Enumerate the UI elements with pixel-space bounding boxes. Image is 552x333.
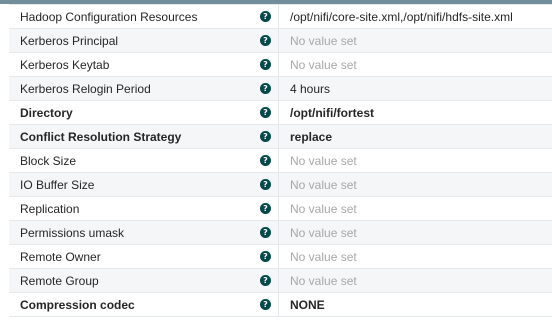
help-icon[interactable]: ? <box>260 11 271 22</box>
property-name-cell: Kerberos Keytab? <box>9 53 279 76</box>
property-name-cell: Kerberos Relogin Period? <box>9 77 279 100</box>
help-icon[interactable]: ? <box>260 299 271 310</box>
help-icon[interactable]: ? <box>260 107 271 118</box>
property-name: IO Buffer Size <box>20 177 95 192</box>
property-row[interactable]: Replication? No value set <box>9 197 552 221</box>
property-value: NONE <box>290 297 325 312</box>
help-icon[interactable]: ? <box>260 155 271 166</box>
property-name-cell: Kerberos Principal? <box>9 29 279 52</box>
property-name-cell: Remote Owner? <box>9 245 279 268</box>
help-icon[interactable]: ? <box>260 179 271 190</box>
help-icon[interactable]: ? <box>260 35 271 46</box>
property-value-cell[interactable]: No value set <box>279 197 552 220</box>
help-icon[interactable]: ? <box>260 251 271 262</box>
property-row[interactable]: Remote Owner? No value set <box>9 245 552 269</box>
property-value-placeholder: No value set <box>290 225 357 240</box>
property-value-cell[interactable]: /opt/nifi/fortest <box>279 101 552 124</box>
property-value-placeholder: No value set <box>290 57 357 72</box>
property-value-cell[interactable]: No value set <box>279 149 552 172</box>
property-name: Kerberos Keytab <box>20 57 110 72</box>
property-value-cell[interactable]: No value set <box>279 53 552 76</box>
property-name-cell: Block Size? <box>9 149 279 172</box>
property-name: Remote Group <box>20 273 99 288</box>
property-name: Compression codec <box>20 297 135 312</box>
property-value-placeholder: No value set <box>290 249 357 264</box>
property-row[interactable]: Hadoop Configuration Resources? /opt/nifi… <box>9 5 552 29</box>
property-name-cell: Permissions umask? <box>9 221 279 244</box>
property-value: replace <box>290 129 333 144</box>
property-value: /opt/nifi/core-site.xml,/opt/nifi/hdfs-s… <box>290 9 513 24</box>
property-value-cell[interactable]: No value set <box>279 173 552 196</box>
property-name-cell: Conflict Resolution Strategy? <box>9 125 279 148</box>
property-name: Remote Owner <box>20 249 101 264</box>
property-name: Kerberos Relogin Period <box>20 81 151 96</box>
property-value-cell[interactable]: No value set <box>279 245 552 268</box>
property-value-cell[interactable]: No value set <box>279 269 552 292</box>
property-name-cell: Hadoop Configuration Resources? <box>9 5 279 28</box>
property-row[interactable]: Kerberos Relogin Period? 4 hours <box>9 77 552 101</box>
help-icon[interactable]: ? <box>260 275 271 286</box>
property-name: Replication <box>20 201 80 216</box>
help-icon[interactable]: ? <box>260 83 271 94</box>
property-row[interactable]: Permissions umask? No value set <box>9 221 552 245</box>
property-name-cell: Directory? <box>9 101 279 124</box>
property-row[interactable]: Block Size? No value set <box>9 149 552 173</box>
property-name-cell: Remote Group? <box>9 269 279 292</box>
property-name-cell: Compression codec? <box>9 293 279 316</box>
property-name: Kerberos Principal <box>20 33 119 48</box>
property-value: 4 hours <box>290 81 331 96</box>
property-name: Permissions umask <box>20 225 125 240</box>
property-value-placeholder: No value set <box>290 177 357 192</box>
property-value-cell[interactable]: 4 hours <box>279 77 552 100</box>
property-value-cell[interactable]: No value set <box>279 221 552 244</box>
property-value-placeholder: No value set <box>290 201 357 216</box>
help-icon[interactable]: ? <box>260 131 271 142</box>
property-value-placeholder: No value set <box>290 273 357 288</box>
property-value-cell[interactable]: No value set <box>279 29 552 52</box>
property-value-cell[interactable]: /opt/nifi/core-site.xml,/opt/nifi/hdfs-s… <box>279 5 552 28</box>
property-value: /opt/nifi/fortest <box>290 105 374 120</box>
property-row[interactable]: Directory? /opt/nifi/fortest <box>9 101 552 125</box>
property-row[interactable]: Kerberos Principal? No value set <box>9 29 552 53</box>
property-name: Block Size <box>20 153 77 168</box>
help-icon[interactable]: ? <box>260 203 271 214</box>
property-name: Conflict Resolution Strategy <box>20 129 182 144</box>
property-row[interactable]: Kerberos Keytab? No value set <box>9 53 552 77</box>
help-icon[interactable]: ? <box>260 227 271 238</box>
property-row[interactable]: Remote Group? No value set <box>9 269 552 293</box>
property-name-cell: Replication? <box>9 197 279 220</box>
properties-table: Hadoop Configuration Resources? /opt/nifi… <box>9 4 552 317</box>
property-name: Directory <box>20 105 73 120</box>
property-value-cell[interactable]: replace <box>279 125 552 148</box>
help-icon[interactable]: ? <box>260 59 271 70</box>
property-value-placeholder: No value set <box>290 153 357 168</box>
property-name-cell: IO Buffer Size? <box>9 173 279 196</box>
property-row[interactable]: IO Buffer Size? No value set <box>9 173 552 197</box>
property-value-placeholder: No value set <box>290 33 357 48</box>
property-row[interactable]: Compression codec? NONE <box>9 293 552 317</box>
property-name: Hadoop Configuration Resources <box>20 9 198 24</box>
property-value-cell[interactable]: NONE <box>279 293 552 316</box>
property-row[interactable]: Conflict Resolution Strategy? replace <box>9 125 552 149</box>
